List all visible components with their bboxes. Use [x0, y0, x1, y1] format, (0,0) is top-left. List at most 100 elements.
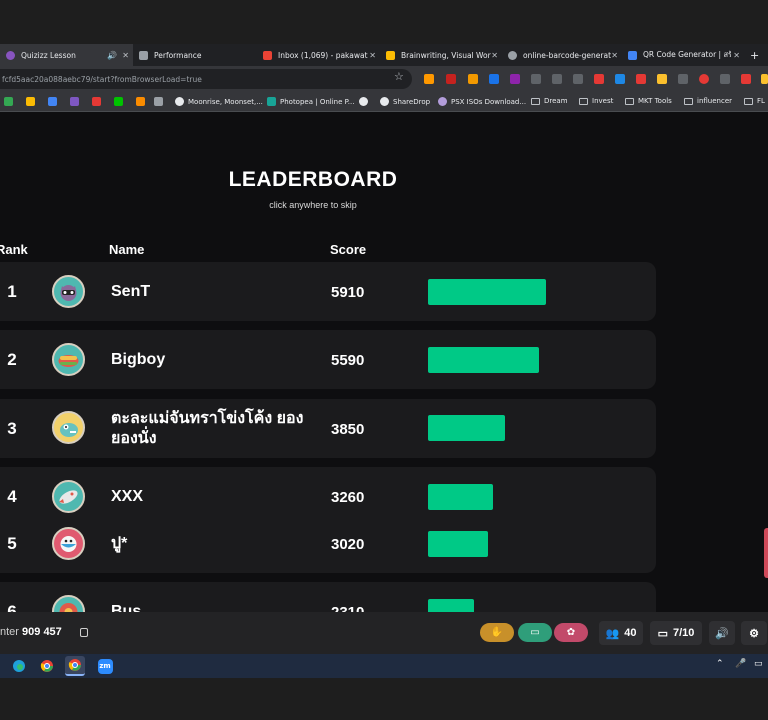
extension-icon[interactable]	[761, 74, 768, 84]
side-panel-handle[interactable]	[764, 528, 768, 578]
bookmark-moonrise[interactable]: Moonrise, Moonset,...	[175, 97, 263, 106]
quizizz-favicon-icon	[6, 50, 15, 60]
leaderboard-row-group	[0, 467, 656, 573]
amazon-extension-icon[interactable]	[424, 74, 434, 84]
copy-icon[interactable]	[80, 628, 88, 637]
chrome-app-icon[interactable]	[37, 656, 57, 676]
leaderboard-title: LEADERBOARD	[228, 168, 398, 191]
bookmark-item[interactable]	[154, 97, 167, 106]
pinterest-extension-icon[interactable]	[699, 74, 709, 84]
bookmark-psx[interactable]: PSX ISOs Download...	[438, 97, 526, 106]
raise-hand-button[interactable]: ✋	[480, 623, 514, 642]
players-count-button[interactable]: 👥 40	[599, 621, 643, 645]
tab-label: Quizizz Lesson	[21, 50, 76, 60]
tab-brainwriting[interactable]: Brainwriting, Visual Workspace ✕	[380, 44, 502, 66]
edge-app-icon[interactable]	[9, 656, 29, 676]
player-avatar	[52, 480, 85, 513]
reaction-button[interactable]: ✿	[554, 623, 588, 642]
bookmark-star-icon[interactable]: ☆	[394, 70, 404, 83]
gear-icon: ⚙	[749, 627, 759, 640]
new-tab-button[interactable]: +	[744, 44, 768, 66]
bookmark-item[interactable]	[136, 97, 149, 106]
psx-icon	[438, 97, 447, 106]
speaker-icon: 🔊	[715, 627, 729, 640]
docs-icon	[48, 97, 57, 106]
close-tab-icon[interactable]: ✕	[491, 51, 498, 60]
zoom-app-icon[interactable]: zm	[95, 656, 115, 676]
bookmark-docs[interactable]	[48, 97, 61, 106]
bookmark-folder-invest[interactable]: Invest	[579, 97, 613, 105]
extension-z-icon[interactable]	[489, 74, 499, 84]
bookmark-item[interactable]	[359, 97, 372, 106]
folder-icon	[684, 97, 693, 105]
tab-inbox[interactable]: Inbox (1,069) - pakawat.s ✕	[257, 44, 380, 66]
player-avatar	[52, 343, 85, 376]
bookmark-folder-mkt-tools[interactable]: MKT Tools	[625, 97, 672, 105]
bookmark-photopea[interactable]: Photopea | Online P...	[267, 97, 354, 106]
bookmark-label: Moonrise, Moonset,...	[188, 97, 263, 106]
extension-icon[interactable]	[594, 74, 604, 84]
board-button[interactable]: ▭	[518, 623, 552, 642]
extension-icon[interactable]	[615, 74, 625, 84]
tab-qr-generator[interactable]: QR Code Generator | สร้าง ✕	[622, 44, 744, 66]
tab-performance[interactable]: Performance	[133, 44, 257, 66]
bookmark-folder-fl[interactable]: FL	[744, 97, 765, 105]
moon-icon	[175, 97, 184, 106]
score-bar	[428, 415, 505, 441]
rank-number: 5	[7, 534, 17, 553]
microphone-icon[interactable]: 🎤	[735, 659, 746, 669]
extension-icon[interactable]	[741, 74, 751, 84]
folder-icon	[531, 97, 540, 105]
leaderboard-row	[0, 262, 656, 321]
extension-icon[interactable]	[720, 74, 730, 84]
gmail-extension-icon[interactable]	[446, 74, 456, 84]
player-score: 3260	[331, 489, 365, 506]
question-progress-button[interactable]: ▭ 7/10	[650, 621, 702, 645]
extension-icon[interactable]	[531, 74, 541, 84]
tray-chevron-icon[interactable]: ⌃	[716, 659, 724, 669]
tab-barcode[interactable]: online-barcode-generator ✕	[502, 44, 622, 66]
bookmark-sharedrop[interactable]: ShareDrop	[380, 97, 430, 106]
score-bar	[428, 531, 488, 557]
address-bar[interactable]: fcfd5aac20a088aebc79/start?fromBrowserLo…	[0, 69, 412, 89]
extension-badge-icon[interactable]	[510, 74, 520, 84]
bookmark-folder-influencer[interactable]: influencer	[684, 97, 732, 105]
extension-icon[interactable]	[678, 74, 688, 84]
settings-button[interactable]: ⚙	[741, 621, 767, 645]
leaderboard-row	[0, 330, 656, 389]
bookmark-label: influencer	[697, 97, 733, 105]
bookmark-slides[interactable]	[26, 97, 39, 106]
extension-icon[interactable]	[552, 74, 562, 84]
bookmark-line[interactable]	[114, 97, 127, 106]
player-score: 5910	[331, 284, 365, 301]
display-icon[interactable]: ▭	[754, 659, 763, 669]
speaker-icon[interactable]: 🔊	[107, 51, 117, 60]
bookmark-favicon-icon	[154, 97, 163, 106]
extension-u-icon[interactable]	[468, 74, 478, 84]
close-tab-icon[interactable]: ✕	[733, 51, 740, 60]
player-name: Bigboy	[111, 351, 166, 368]
close-tab-icon[interactable]: ✕	[369, 51, 376, 60]
leaderboard-screen[interactable]: LEADERBOARD click anywhere to skip Rank …	[0, 112, 768, 612]
tab-quizizz-lesson[interactable]: Quizizz Lesson 🔊 ✕	[0, 44, 133, 66]
extension-icon[interactable]	[573, 74, 583, 84]
player-score: 3850	[331, 421, 365, 438]
leaderboard-row	[0, 582, 656, 612]
tab-label: Inbox (1,069) - pakawat.s	[278, 50, 368, 60]
zoom-icon: zm	[97, 658, 113, 674]
rank-number: 4	[7, 487, 17, 506]
extension-icon[interactable]	[636, 74, 646, 84]
bookmark-forms[interactable]	[70, 97, 83, 106]
bookmark-apps[interactable]	[4, 97, 17, 106]
bookmark-item[interactable]	[92, 97, 105, 106]
bookmark-folder-dream[interactable]: Dream	[531, 97, 568, 105]
close-tab-icon[interactable]: ✕	[122, 51, 129, 60]
extension-icon[interactable]	[657, 74, 667, 84]
rank-number: 3	[7, 419, 17, 438]
question-progress: 7/10	[672, 627, 695, 639]
close-tab-icon[interactable]: ✕	[611, 51, 618, 60]
bookmark-favicon-icon	[136, 97, 145, 106]
volume-button[interactable]: 🔊	[709, 621, 735, 645]
chrome-app-icon-active[interactable]	[65, 656, 85, 676]
skip-hint[interactable]: click anywhere to skip	[0, 200, 626, 210]
